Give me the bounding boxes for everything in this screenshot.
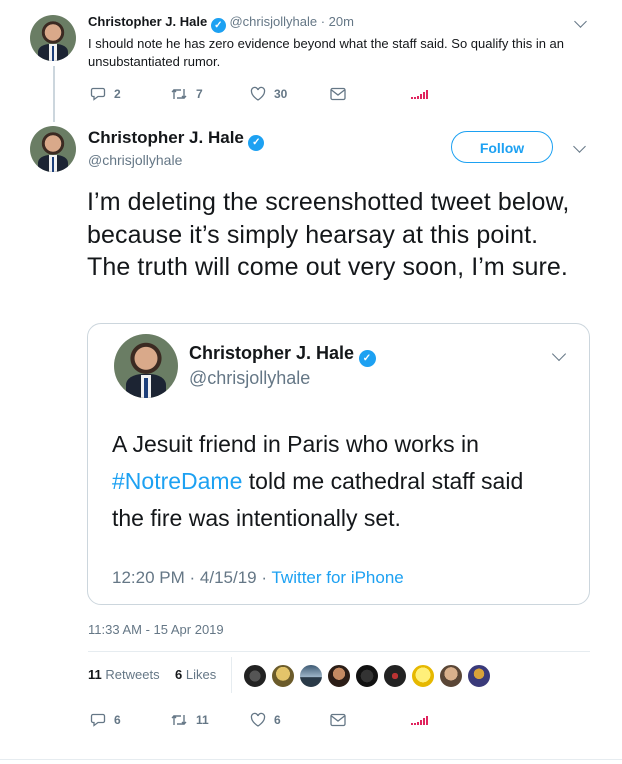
retweets-label: Retweets	[105, 667, 160, 682]
reply-icon	[90, 713, 106, 727]
avatar[interactable]	[410, 663, 436, 689]
avatar[interactable]	[382, 663, 408, 689]
tweet-timestamp[interactable]: 11:33 AM - 15 Apr 2019	[88, 622, 224, 637]
reply-count: 2	[114, 87, 121, 101]
author-name[interactable]: Christopher J. Hale	[88, 128, 244, 147]
retweets-count: 11	[88, 667, 102, 682]
like-button[interactable]: 6	[250, 712, 281, 728]
avatar[interactable]	[30, 15, 76, 61]
likes-count: 6	[175, 667, 183, 682]
verified-badge-icon: ✓	[210, 18, 226, 33]
quoted-tweet-text: A Jesuit friend in Paris who works in #N…	[112, 426, 552, 537]
retweet-button[interactable]: 7	[170, 86, 203, 102]
author-handle[interactable]: @chrisjollyhale	[88, 152, 182, 168]
heart-icon	[250, 86, 266, 101]
avatar	[114, 334, 178, 398]
quoted-text-before: A Jesuit friend in Paris who works in	[112, 431, 479, 457]
direct-message-button[interactable]	[330, 87, 346, 101]
chevron-down-icon	[551, 346, 567, 362]
reply-count: 6	[114, 713, 121, 727]
envelope-icon	[330, 713, 346, 727]
analytics-button[interactable]	[411, 715, 428, 725]
divider	[88, 651, 590, 652]
quoted-time: 12:20 PM	[112, 568, 185, 587]
tweet-time[interactable]: 20m	[329, 14, 354, 29]
reply-icon	[90, 87, 106, 101]
analytics-icon	[411, 715, 428, 725]
author-name: Christopher J. Hale	[189, 343, 355, 363]
retweet-icon	[171, 89, 187, 99]
like-stats[interactable]: 6 Likes	[175, 667, 216, 682]
hashtag-link[interactable]: #NotreDame	[112, 468, 242, 494]
avatar[interactable]	[354, 663, 380, 689]
reply-tweet-header: Christopher J. Hale ✓ @chrisjollyhale · …	[88, 14, 354, 33]
direct-message-button[interactable]	[330, 713, 346, 727]
avatar[interactable]	[30, 126, 76, 172]
chevron-down-icon[interactable]	[573, 140, 586, 153]
main-tweet-header: Christopher J. Hale ✓	[88, 128, 265, 151]
stats-separator	[231, 657, 232, 693]
author-name[interactable]: Christopher J. Hale	[88, 14, 207, 29]
retweet-icon	[171, 715, 187, 725]
avatar[interactable]	[270, 663, 296, 689]
quoted-tweet-header: Christopher J. Hale ✓	[189, 343, 376, 367]
analytics-icon	[411, 89, 428, 99]
avatar[interactable]	[438, 663, 464, 689]
heart-icon	[250, 712, 266, 727]
reply-button[interactable]: 2	[90, 86, 121, 102]
retweet-button[interactable]: 11	[170, 712, 209, 728]
author-handle: @chrisjollyhale	[189, 368, 311, 388]
like-count: 6	[274, 713, 281, 727]
avatar[interactable]	[326, 663, 352, 689]
chevron-down-icon[interactable]	[574, 15, 587, 28]
verified-badge-icon: ✓	[248, 135, 265, 151]
avatar[interactable]	[242, 663, 268, 689]
quoted-date: 4/15/19	[199, 568, 257, 587]
author-handle[interactable]: @chrisjollyhale	[229, 14, 317, 29]
quoted-source-link[interactable]: Twitter for iPhone	[271, 568, 403, 587]
follow-button[interactable]: Follow	[451, 131, 553, 163]
verified-badge-icon: ✓	[358, 350, 376, 367]
likes-label: Likes	[185, 667, 217, 682]
main-tweet-text: I’m deleting the screenshotted tweet bel…	[87, 188, 570, 281]
thread-connector	[53, 66, 55, 122]
like-button[interactable]: 30	[250, 86, 287, 102]
like-count: 30	[274, 87, 288, 101]
bottom-divider	[0, 759, 622, 760]
avatar[interactable]	[298, 663, 324, 689]
analytics-button[interactable]	[411, 89, 428, 99]
quoted-tweet-meta: 12:20 PM · 4/15/19 · Twitter for iPhone	[112, 568, 404, 587]
quoted-tweet-card[interactable]: Christopher J. Hale ✓ @chrisjollyhale A …	[87, 323, 590, 605]
envelope-icon	[330, 87, 346, 101]
avatar[interactable]	[466, 663, 492, 689]
reply-button[interactable]: 6	[90, 712, 121, 728]
retweet-count: 11	[196, 713, 209, 727]
reply-tweet-text: I should note he has zero evidence beyon…	[88, 36, 565, 69]
retweet-stats[interactable]: 11 Retweets	[88, 667, 160, 682]
retweet-count: 7	[196, 87, 203, 101]
